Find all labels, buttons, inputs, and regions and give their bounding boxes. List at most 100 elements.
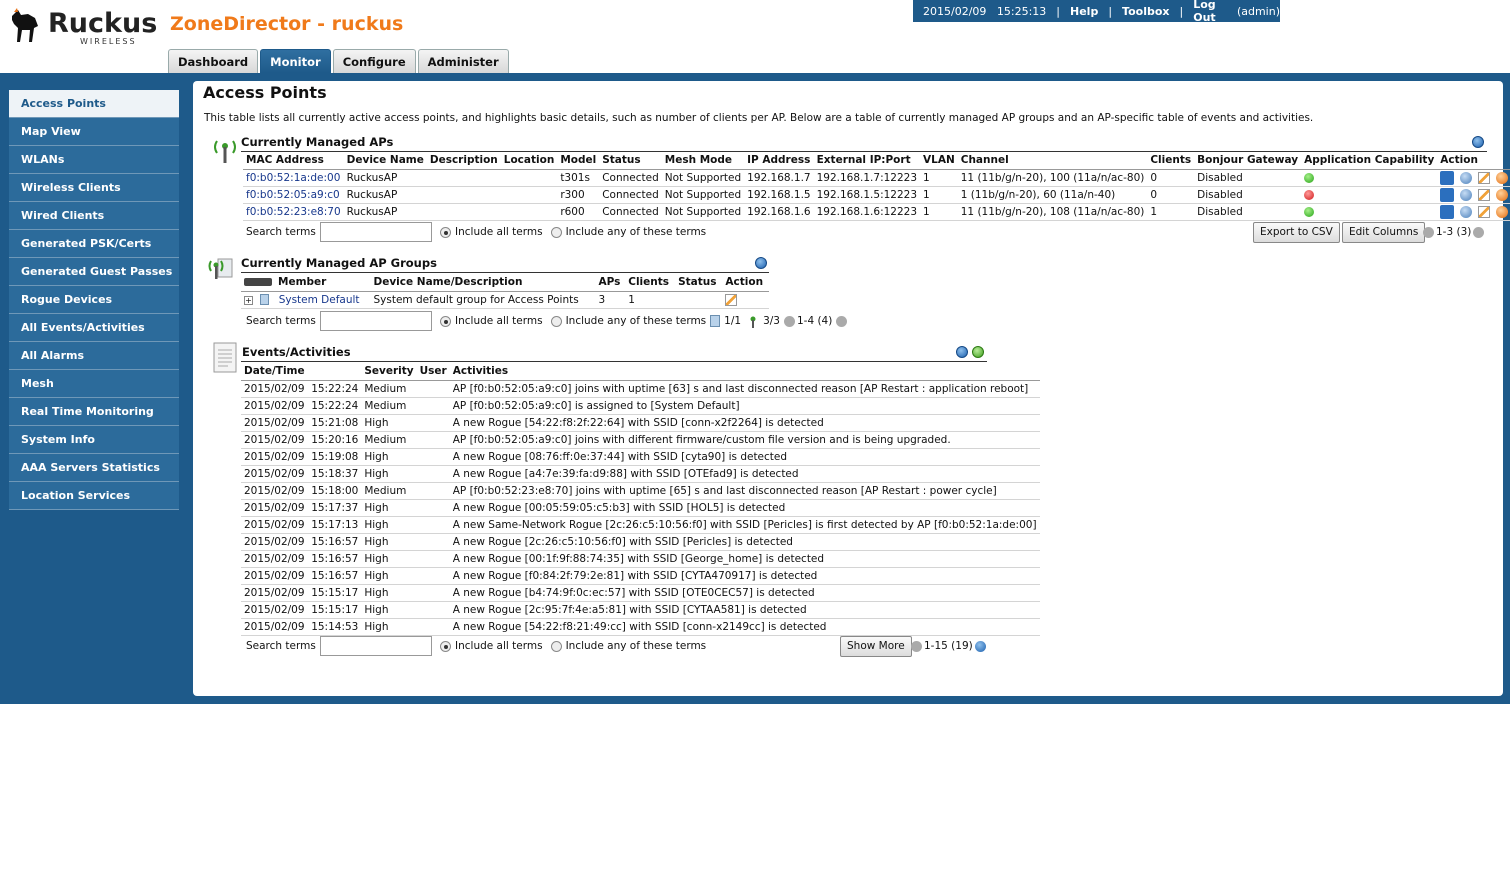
view-icon[interactable] xyxy=(1460,205,1473,218)
sidebar-item-wlans[interactable]: WLANs xyxy=(9,146,179,174)
refresh-icon[interactable] xyxy=(1472,136,1484,148)
col-channel[interactable]: Channel xyxy=(957,152,1148,170)
col-severity[interactable]: Severity xyxy=(361,363,417,381)
col-status[interactable]: Status xyxy=(599,152,662,170)
col-status[interactable]: Status xyxy=(675,274,723,292)
cell-mac[interactable]: f0:b0:52:1a:de:00 xyxy=(243,169,344,187)
block-icon xyxy=(1304,189,1315,200)
group-description: System default group for Access Points xyxy=(370,291,596,309)
edit-columns-button[interactable]: Edit Columns xyxy=(1342,222,1426,243)
logout-link[interactable]: Log Out xyxy=(1193,0,1233,24)
sidebar-item-map-view[interactable]: Map View xyxy=(9,118,179,146)
tab-configure[interactable]: Configure xyxy=(332,49,416,73)
next-page-icon[interactable] xyxy=(836,315,848,327)
col-mac-address[interactable]: MAC Address xyxy=(243,152,344,170)
restart-icon[interactable] xyxy=(1496,171,1509,184)
toolbox-link[interactable]: Toolbox xyxy=(1122,5,1169,18)
col-action[interactable]: Action xyxy=(722,274,769,292)
sidebar-item-access-points[interactable]: Access Points xyxy=(9,90,179,118)
monitor-icon[interactable] xyxy=(1440,204,1455,219)
cell-sev: Medium xyxy=(361,431,417,449)
groups-search-input[interactable] xyxy=(320,311,432,331)
sidebar-item-aaa-servers-statistics[interactable]: AAA Servers Statistics xyxy=(9,454,179,482)
sidebar-item-system-info[interactable]: System Info xyxy=(9,426,179,454)
cell-mac[interactable]: f0:b0:52:23:e8:70 xyxy=(243,203,344,221)
sidebar-item-generated-guest-passes[interactable]: Generated Guest Passes xyxy=(9,258,179,286)
col-location[interactable]: Location xyxy=(500,152,558,170)
include-any-radio[interactable] xyxy=(550,315,562,327)
sidebar-item-all-alarms[interactable]: All Alarms xyxy=(9,342,179,370)
events-search-input[interactable] xyxy=(320,636,432,656)
col-member[interactable]: Member xyxy=(241,274,371,292)
refresh-icon[interactable] xyxy=(755,257,767,269)
refresh-icon[interactable] xyxy=(956,346,968,358)
tab-monitor[interactable]: Monitor xyxy=(260,49,331,73)
col-activities[interactable]: Activities xyxy=(449,363,1040,381)
group-aps: 3 xyxy=(595,291,626,309)
monitor-icon[interactable] xyxy=(1440,170,1455,185)
edit-icon[interactable] xyxy=(1478,171,1491,184)
cell-dt: 2015/02/09 15:18:37 xyxy=(241,465,362,483)
col-description[interactable]: Description xyxy=(426,152,501,170)
col-application-capability[interactable]: Application Capability xyxy=(1301,152,1438,170)
next-page-icon[interactable] xyxy=(974,640,986,652)
col-mesh-mode[interactable]: Mesh Mode xyxy=(661,152,745,170)
col-external-ip-port[interactable]: External IP:Port xyxy=(813,152,921,170)
include-any-radio[interactable] xyxy=(550,640,562,652)
prev-page-icon[interactable] xyxy=(1423,226,1434,238)
include-any-radio[interactable] xyxy=(550,226,562,238)
sidebar-item-generated-psk-certs[interactable]: Generated PSK/Certs xyxy=(9,230,179,258)
group-status xyxy=(675,291,723,309)
help-link[interactable]: Help xyxy=(1070,5,1098,18)
cell-dt: 2015/02/09 15:20:16 xyxy=(241,431,362,449)
sidebar-item-all-events-activities[interactable]: All Events/Activities xyxy=(9,314,179,342)
col-bonjour-gateway[interactable]: Bonjour Gateway xyxy=(1194,152,1302,170)
col-action[interactable]: Action xyxy=(1437,152,1510,170)
edit-icon[interactable] xyxy=(1478,205,1491,218)
include-all-radio[interactable] xyxy=(440,640,451,652)
restart-icon[interactable] xyxy=(1496,188,1509,201)
edit-icon[interactable] xyxy=(725,293,738,306)
cell-user xyxy=(416,550,450,568)
sidebar-item-wireless-clients[interactable]: Wireless Clients xyxy=(9,174,179,202)
next-page-icon[interactable] xyxy=(1473,226,1485,238)
prev-page-icon[interactable] xyxy=(911,640,922,652)
col-model[interactable]: Model xyxy=(557,152,600,170)
col-ip-address[interactable]: IP Address xyxy=(744,152,814,170)
add-icon[interactable] xyxy=(972,346,984,358)
include-all-radio[interactable] xyxy=(440,315,451,327)
col-device-name[interactable]: Device Name/Description xyxy=(370,274,596,292)
sidebar-item-location-services[interactable]: Location Services xyxy=(9,482,179,510)
ap-group-icon xyxy=(208,258,233,279)
edit-icon[interactable] xyxy=(1478,188,1491,201)
table-row: 2015/02/09 15:16:57 High A new Rogue [f0:8… xyxy=(241,567,1040,585)
export-csv-button[interactable]: Export to CSV xyxy=(1253,222,1340,243)
expand-icon[interactable]: + xyxy=(244,295,253,305)
view-icon[interactable] xyxy=(1460,171,1473,184)
col-vlan[interactable]: VLAN xyxy=(920,152,958,170)
sidebar-item-real-time-monitoring[interactable]: Real Time Monitoring xyxy=(9,398,179,426)
sidebar-item-wired-clients[interactable]: Wired Clients xyxy=(9,202,179,230)
group-link[interactable]: System Default xyxy=(279,294,360,306)
cell-loc xyxy=(500,203,558,221)
col-clients[interactable]: Clients xyxy=(625,274,676,292)
cell-mac[interactable]: f0:b0:52:05:a9:c0 xyxy=(243,186,344,204)
aps-search-input[interactable] xyxy=(320,222,432,242)
col-clients[interactable]: Clients xyxy=(1147,152,1195,170)
cell-model: r300 xyxy=(557,186,600,204)
col-user[interactable]: User xyxy=(416,363,450,381)
show-more-button[interactable]: Show More xyxy=(840,636,912,657)
sidebar-item-rogue-devices[interactable]: Rogue Devices xyxy=(9,286,179,314)
col-device-name[interactable]: Device Name xyxy=(343,152,427,170)
monitor-icon[interactable] xyxy=(1440,187,1455,202)
view-icon[interactable] xyxy=(1460,188,1473,201)
tab-administer[interactable]: Administer xyxy=(417,49,509,73)
restart-icon[interactable] xyxy=(1496,205,1509,218)
col-aps[interactable]: APs xyxy=(595,274,626,292)
sidebar-item-mesh[interactable]: Mesh xyxy=(9,370,179,398)
tab-dashboard[interactable]: Dashboard xyxy=(168,49,259,73)
col-date-time[interactable]: Date/Time xyxy=(241,363,362,381)
include-all-radio[interactable] xyxy=(440,226,451,238)
cell-act: A new Rogue [2c:26:c5:10:56:f0] with SSI… xyxy=(449,533,1040,551)
prev-page-icon[interactable] xyxy=(783,315,795,327)
